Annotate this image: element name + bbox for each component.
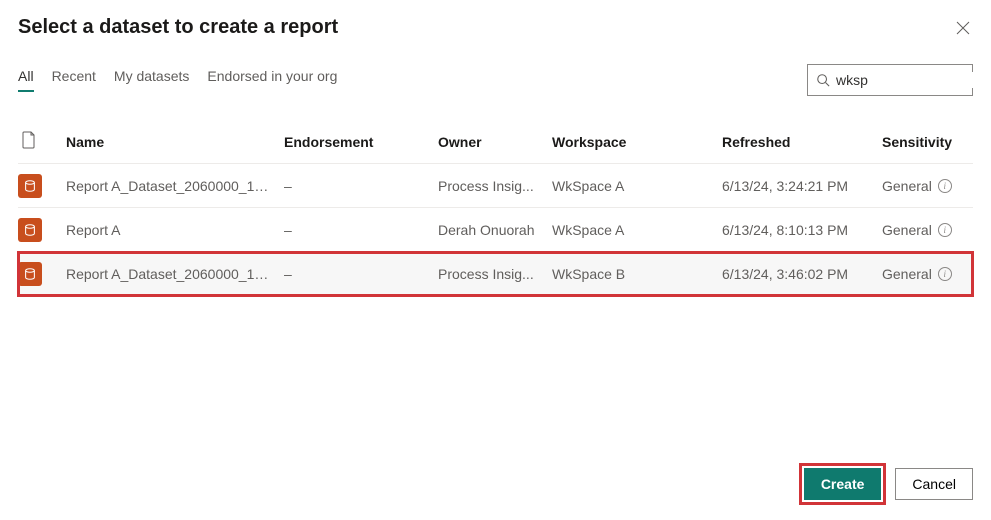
cell-name: Report A_Dataset_2060000_10c...: [66, 178, 284, 194]
cell-name: Report A: [66, 222, 284, 238]
cell-sensitivity: General i: [882, 178, 973, 194]
cell-owner: Derah Onuorah: [438, 222, 552, 238]
cell-endorsement: –: [284, 266, 438, 282]
highlight-create: Create: [802, 466, 884, 502]
tab-bar: All Recent My datasets Endorsed in your …: [18, 68, 337, 92]
cell-sensitivity: General i: [882, 222, 973, 238]
cell-workspace: WkSpace A: [552, 178, 722, 194]
table-row[interactable]: Report A_Dataset_2060000_10c... – Proces…: [18, 252, 973, 296]
cell-sensitivity: General i: [882, 266, 973, 282]
info-icon[interactable]: i: [938, 223, 952, 237]
cell-refreshed: 6/13/24, 8:10:13 PM: [722, 222, 882, 238]
tab-all[interactable]: All: [18, 68, 34, 92]
cancel-button[interactable]: Cancel: [895, 468, 973, 500]
close-icon: [956, 21, 970, 35]
dataset-icon: [18, 218, 42, 242]
search-icon: [816, 73, 830, 87]
tab-endorsed[interactable]: Endorsed in your org: [207, 68, 337, 92]
dataset-table: Name Endorsement Owner Workspace Refresh…: [18, 120, 973, 296]
col-owner[interactable]: Owner: [438, 134, 552, 150]
cell-endorsement: –: [284, 222, 438, 238]
cell-workspace: WkSpace A: [552, 222, 722, 238]
cell-refreshed: 6/13/24, 3:24:21 PM: [722, 178, 882, 194]
cell-owner: Process Insig...: [438, 266, 552, 282]
tab-recent[interactable]: Recent: [52, 68, 96, 92]
dataset-icon: [18, 262, 42, 286]
col-sensitivity[interactable]: Sensitivity: [882, 134, 973, 150]
col-endorsement[interactable]: Endorsement: [284, 134, 438, 150]
search-input[interactable]: [836, 72, 991, 88]
info-icon[interactable]: i: [938, 179, 952, 193]
dataset-icon: [18, 174, 42, 198]
dialog-title: Select a dataset to create a report: [18, 16, 338, 39]
cell-workspace: WkSpace B: [552, 266, 722, 282]
table-row[interactable]: Report A – Derah Onuorah WkSpace A 6/13/…: [18, 208, 973, 252]
dialog-footer: Create Cancel: [802, 466, 973, 502]
table-row[interactable]: Report A_Dataset_2060000_10c... – Proces…: [18, 164, 973, 208]
col-workspace[interactable]: Workspace: [552, 134, 722, 150]
cell-endorsement: –: [284, 178, 438, 194]
col-icon: [22, 131, 66, 152]
col-name[interactable]: Name: [66, 134, 284, 150]
tab-my-datasets[interactable]: My datasets: [114, 68, 189, 92]
table-header: Name Endorsement Owner Workspace Refresh…: [18, 120, 973, 164]
create-button[interactable]: Create: [804, 468, 882, 500]
cell-owner: Process Insig...: [438, 178, 552, 194]
col-refreshed[interactable]: Refreshed: [722, 134, 882, 150]
cell-name: Report A_Dataset_2060000_10c...: [66, 266, 284, 282]
info-icon[interactable]: i: [938, 267, 952, 281]
cell-refreshed: 6/13/24, 3:46:02 PM: [722, 266, 882, 282]
file-icon: [22, 131, 42, 151]
close-button[interactable]: [949, 14, 977, 42]
search-box[interactable]: [807, 64, 973, 96]
